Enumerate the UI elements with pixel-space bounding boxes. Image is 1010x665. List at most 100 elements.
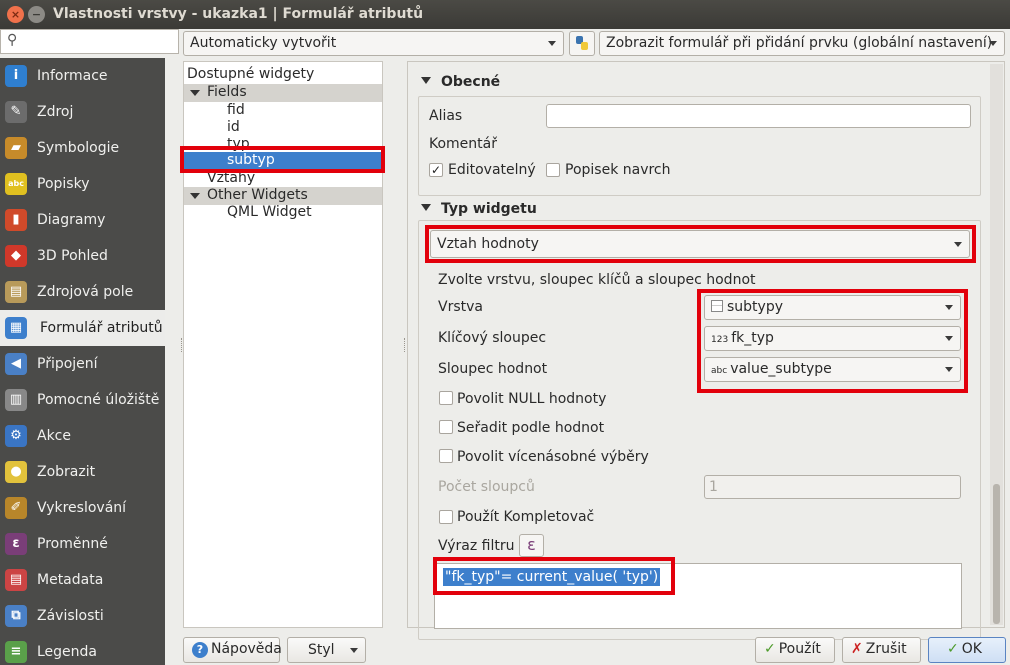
- tree-item-qml-widget[interactable]: QML Widget: [184, 204, 382, 222]
- properties-scrollbar[interactable]: [990, 64, 1003, 625]
- editable-checkbox[interactable]: ✓: [429, 163, 443, 177]
- sidebar-item-label: Informace: [37, 68, 108, 84]
- sidebar-item-label: Zobrazit: [37, 464, 96, 480]
- close-window-button[interactable]: ×: [7, 6, 24, 23]
- alias-field[interactable]: [546, 104, 971, 128]
- allow-multiple-checkbox[interactable]: [439, 449, 453, 463]
- allow-null-label: Povolit NULL hodnoty: [457, 391, 607, 407]
- expression-builder-button[interactable]: ε: [519, 534, 544, 557]
- apply-button[interactable]: ✓ Použít: [755, 637, 835, 663]
- sidebar-item[interactable]: ε Proměnné: [0, 526, 165, 562]
- allow-multiple-label: Povolit vícenásobné výběry: [457, 449, 649, 465]
- sidebar-item[interactable]: ◆ 3D Pohled: [0, 238, 165, 274]
- widget-type-group-header[interactable]: Typ widgetu: [421, 201, 537, 217]
- sidebar-item[interactable]: ≡ Legenda: [0, 634, 165, 665]
- sidebar-item-label: Metadata: [37, 572, 104, 588]
- column-count-spinbox[interactable]: 1: [704, 475, 961, 499]
- sidebar-item[interactable]: ● Zobrazit: [0, 454, 165, 490]
- sidebar-item-label: Zdroj: [37, 104, 74, 120]
- cross-icon: ✗: [851, 641, 863, 657]
- search-icon: ⚲: [7, 32, 18, 48]
- sidebar-item[interactable]: ▤ Metadata: [0, 562, 165, 598]
- ok-button-label: OK: [961, 641, 982, 657]
- value-column-label: Sloupec hodnot: [438, 361, 548, 377]
- label-on-top-checkbox[interactable]: [546, 163, 560, 177]
- sidebar-item-label: Akce: [37, 428, 71, 444]
- sidebar: i Informace ✎ Zdroj ▰ Symbologie abc Popisky ▮ Di…: [0, 58, 165, 665]
- sidebar-item-label: Legenda: [37, 644, 98, 660]
- chevron-down-icon: [989, 41, 997, 46]
- allow-null-checkbox[interactable]: [439, 391, 453, 405]
- dependency-icon: ⧉: [5, 605, 27, 627]
- layout-combo-value: Automaticky vytvořit: [190, 35, 337, 51]
- wrench-icon: ✎: [5, 101, 27, 123]
- use-completer-checkbox[interactable]: [439, 510, 453, 524]
- form-suppress-combo[interactable]: Zobrazit formulář při přidání prvku (glo…: [599, 31, 1005, 56]
- tree-group-fields[interactable]: Fields: [184, 84, 382, 102]
- tree-item-field[interactable]: fid: [184, 102, 382, 120]
- collapse-triangle-icon[interactable]: [421, 204, 431, 211]
- metadata-icon: ▤: [5, 569, 27, 591]
- sidebar-item[interactable]: ▦ Formulář atributů: [0, 310, 165, 346]
- tree-item-field[interactable]: id: [184, 119, 382, 137]
- sidebar-item[interactable]: i Informace: [0, 58, 165, 94]
- fields-icon: ▤: [5, 281, 27, 303]
- sidebar-item[interactable]: ▥ Pomocné úložiště: [0, 382, 165, 418]
- cube-3d-icon: ◆: [5, 245, 27, 267]
- splitter-handle[interactable]: [181, 338, 184, 352]
- expand-triangle-icon[interactable]: [190, 90, 200, 96]
- sidebar-item[interactable]: ⚙ Akce: [0, 418, 165, 454]
- sidebar-item[interactable]: ✐ Vykreslování: [0, 490, 165, 526]
- layout-combo[interactable]: Automaticky vytvořit: [183, 31, 564, 56]
- sidebar-item-label: Zdrojová pole: [37, 284, 134, 300]
- speech-bubble-icon: ●: [5, 461, 27, 483]
- sort-by-value-checkbox[interactable]: [439, 420, 453, 434]
- form-icon: ▦: [5, 317, 27, 339]
- help-button[interactable]: ? Nápověda: [183, 637, 282, 663]
- sidebar-item[interactable]: ◀ Připojení: [0, 346, 165, 382]
- sidebar-item-label: Popisky: [37, 176, 90, 192]
- form-suppress-combo-value: Zobrazit formulář při přidání prvku (glo…: [606, 35, 993, 51]
- style-button[interactable]: Styl: [287, 637, 366, 663]
- sidebar-item-label: Symbologie: [37, 140, 120, 156]
- tree-group-other-widgets[interactable]: Other Widgets: [184, 187, 382, 205]
- window-title: Vlastnosti vrstvy - ukazka1 | Formulář a…: [53, 6, 424, 22]
- filter-expression-label: Výraz filtru: [438, 538, 515, 554]
- sidebar-item-label: Diagramy: [37, 212, 106, 228]
- alias-label: Alias: [429, 108, 463, 124]
- collapse-triangle-icon[interactable]: [421, 77, 431, 84]
- general-group-header[interactable]: Obecné: [421, 74, 500, 90]
- scrollbar-thumb[interactable]: [993, 484, 1000, 624]
- highlight-box: [180, 146, 385, 173]
- expand-triangle-icon[interactable]: [190, 193, 200, 199]
- epsilon-icon: ε: [5, 533, 27, 555]
- tree-title: Dostupné widgety: [187, 66, 315, 82]
- sidebar-item[interactable]: ▤ Zdrojová pole: [0, 274, 165, 310]
- cancel-button-label: Zrušit: [865, 641, 907, 657]
- python-init-button[interactable]: [569, 31, 595, 56]
- minimize-window-button[interactable]: −: [28, 6, 45, 23]
- epsilon-icon: ε: [527, 535, 536, 554]
- labels-abc-icon: abc: [5, 173, 27, 195]
- highlight-box: [425, 225, 976, 263]
- join-icon: ◀: [5, 353, 27, 375]
- editable-label: Editovatelný: [448, 162, 536, 178]
- comment-label: Komentář: [429, 136, 497, 152]
- checkmark-icon: ✓: [764, 641, 776, 657]
- ok-button[interactable]: ✓ OK: [928, 637, 1006, 663]
- sidebar-item[interactable]: ▮ Diagramy: [0, 202, 165, 238]
- sidebar-item[interactable]: ⧉ Závislosti: [0, 598, 165, 634]
- sidebar-item[interactable]: abc Popisky: [0, 166, 165, 202]
- legend-icon: ≡: [5, 641, 27, 663]
- column-count-value: 1: [709, 479, 718, 495]
- brush-icon: ✐: [5, 497, 27, 519]
- sidebar-search-input[interactable]: ⚲: [0, 29, 179, 54]
- sidebar-item-label: Pomocné úložiště: [37, 392, 160, 408]
- cancel-button[interactable]: ✗ Zrušit: [842, 637, 921, 663]
- key-column-label: Klíčový sloupec: [438, 330, 547, 346]
- label-on-top-label: Popisek navrch: [565, 162, 671, 178]
- sidebar-item[interactable]: ✎ Zdroj: [0, 94, 165, 130]
- sidebar-item[interactable]: ▰ Symbologie: [0, 130, 165, 166]
- highlight-box: [697, 289, 968, 393]
- chevron-down-icon: [350, 648, 358, 653]
